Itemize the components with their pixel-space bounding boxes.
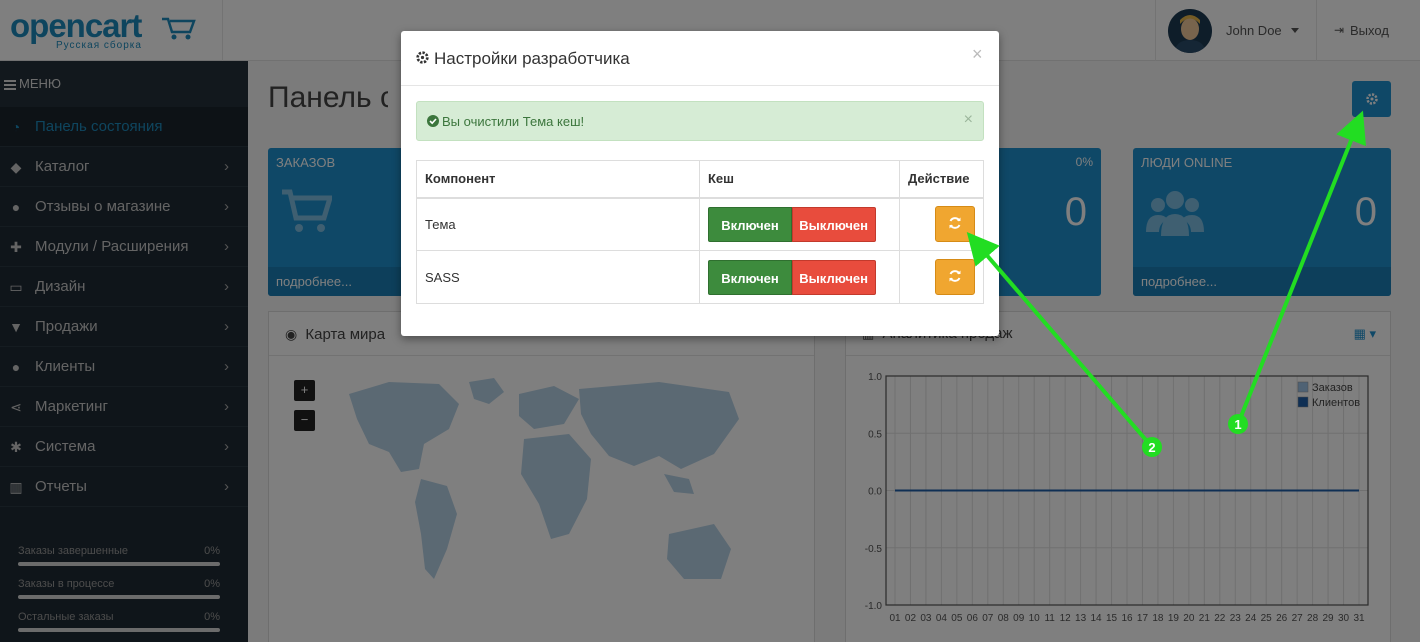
annotation-label-2: 2 (1148, 440, 1155, 455)
annotation-label-1: 1 (1234, 417, 1241, 432)
arrow-to-settings (1236, 110, 1366, 425)
annotation-layer: 1 2 (966, 110, 1366, 457)
arrow-to-refresh (966, 231, 1154, 449)
